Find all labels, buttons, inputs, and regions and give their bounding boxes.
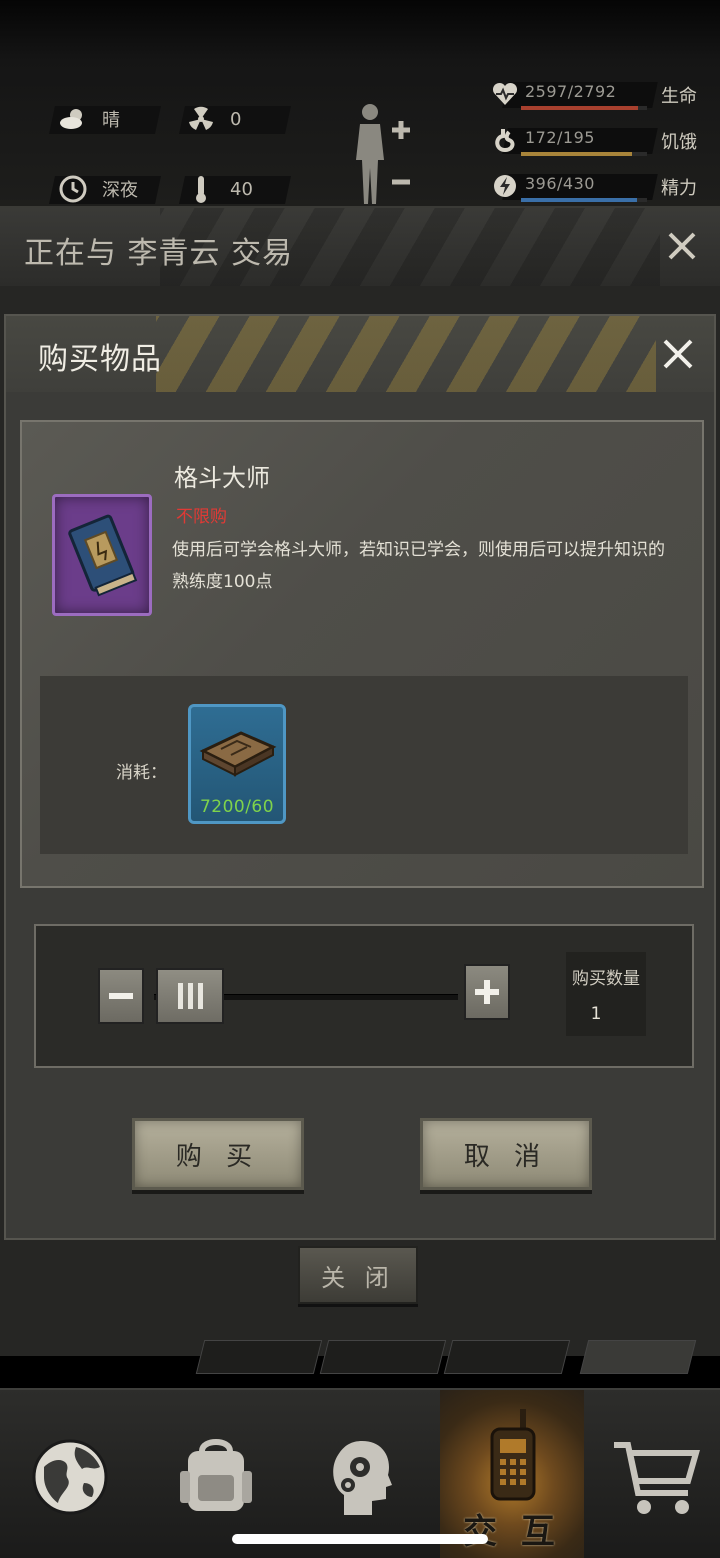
quantity-slider-thumb[interactable] — [156, 968, 224, 1024]
stat-health: 2597/2792 生命 — [485, 78, 715, 112]
cost-label: 消耗： — [116, 763, 167, 783]
trade-title: 正在与 李青云 交易 — [24, 236, 294, 271]
trade-close-text-button[interactable]: 关 闭 — [298, 1246, 418, 1304]
nav-skills[interactable] — [288, 1390, 432, 1558]
bottom-navigation: 交 互 — [0, 1388, 720, 1558]
quantity-value: 1 — [590, 1004, 602, 1024]
stat-energy: 396/430 精力 — [485, 170, 715, 204]
energy-icon — [491, 172, 519, 200]
trade-tab[interactable] — [579, 1340, 697, 1374]
radiation-icon — [186, 104, 216, 134]
globe-icon — [32, 1439, 108, 1515]
stat-bar-fill — [521, 106, 639, 110]
trade-tabs-obscured — [195, 1340, 700, 1374]
thermometer-icon — [186, 174, 216, 204]
stat-value: 396/430 — [525, 174, 595, 193]
stat-bar — [521, 106, 647, 110]
stat-value: 172/195 — [525, 128, 595, 147]
trade-header: 正在与 李青云 交易 — [0, 208, 720, 286]
stat-label: 饥饿 — [661, 132, 697, 153]
weather-cloud-sun-icon — [58, 104, 88, 134]
skills-head-icon — [333, 1441, 392, 1515]
temperature-value: 40 — [230, 178, 253, 200]
stat-label: 精力 — [661, 178, 697, 199]
item-info-card: 格斗大师 不限购 使用后可学会格斗大师，若知识已学会，则使用后可以提升知识的熟练… — [20, 420, 704, 888]
close-icon — [668, 232, 696, 260]
close-icon — [663, 339, 693, 369]
item-description: 使用后可学会格斗大师，若知识已学会，则使用后可以提升知识的熟练度100点 — [172, 540, 665, 592]
weather-indicator: 晴 — [58, 104, 120, 134]
radiation-value: 0 — [230, 108, 242, 130]
cost-area: 消耗： 7200/60 — [40, 676, 688, 854]
grip-line — [197, 983, 203, 1009]
plus-icon — [475, 980, 499, 1004]
decrease-quantity-button[interactable] — [98, 968, 144, 1024]
map-material-icon — [199, 731, 277, 777]
body-status-button[interactable] — [348, 100, 418, 210]
purchase-limit-text: 不限购 — [176, 507, 227, 527]
buy-button[interactable]: 购 买 — [132, 1118, 304, 1190]
grip-line — [177, 983, 183, 1009]
increase-quantity-button[interactable] — [464, 964, 510, 1020]
trade-tab[interactable] — [319, 1340, 447, 1374]
human-body-icon — [356, 104, 410, 204]
status-hud: 晴 0 深夜 40 2597/2792 生命 172/195 饥饿 396/43… — [0, 0, 720, 210]
skill-book-icon — [52, 494, 152, 616]
cancel-button[interactable]: 取 消 — [420, 1118, 592, 1190]
quantity-selector: 购买数量 1 — [34, 924, 694, 1068]
backpack-icon — [180, 1439, 252, 1511]
stomach-icon — [491, 126, 519, 154]
stat-bar-fill — [521, 198, 637, 202]
dialog-title: 购买物品 — [38, 342, 162, 377]
purchase-dialog: 购买物品 格斗大师 不限购 使用后可学会格斗大师，若知识已学会，则使用后可以提升… — [4, 314, 716, 1240]
trade-tab[interactable] — [195, 1340, 323, 1374]
weather-text: 晴 — [102, 110, 120, 131]
nav-inventory[interactable] — [144, 1390, 288, 1558]
grip-line — [187, 983, 193, 1009]
stat-label: 生命 — [661, 86, 697, 107]
home-indicator — [232, 1534, 488, 1544]
cost-item-slot[interactable]: 7200/60 — [188, 704, 286, 824]
radio-icon — [490, 1409, 536, 1501]
stat-bar-fill — [521, 152, 632, 156]
cart-icon — [614, 1442, 700, 1514]
stat-bar — [521, 198, 647, 202]
time-of-day-text: 深夜 — [102, 180, 138, 201]
radiation-indicator: 0 — [186, 104, 241, 134]
trade-tab[interactable] — [443, 1340, 571, 1374]
quantity-label: 购买数量 — [572, 969, 640, 989]
trade-close-button[interactable] — [662, 226, 702, 266]
stat-value: 2597/2792 — [525, 82, 617, 101]
minus-icon — [109, 993, 133, 999]
temperature-indicator: 40 — [186, 174, 253, 204]
item-name: 格斗大师 — [174, 464, 270, 492]
nav-interact[interactable]: 交 互 — [440, 1390, 584, 1558]
time-indicator: 深夜 — [58, 174, 138, 204]
clock-icon — [58, 174, 88, 204]
nav-world[interactable] — [0, 1390, 144, 1558]
stat-hunger: 172/195 饥饿 — [485, 124, 715, 158]
quantity-display: 购买数量 1 — [566, 952, 646, 1036]
nav-shop[interactable] — [584, 1390, 720, 1558]
stat-bar — [521, 152, 647, 156]
header-stripes — [156, 316, 656, 392]
nav-interact-label: 交 互 — [463, 1512, 561, 1552]
cost-count: 7200/60 — [199, 797, 275, 817]
dialog-header: 购买物品 — [6, 316, 714, 392]
heart-icon — [491, 80, 519, 108]
dialog-close-button[interactable] — [656, 332, 700, 376]
